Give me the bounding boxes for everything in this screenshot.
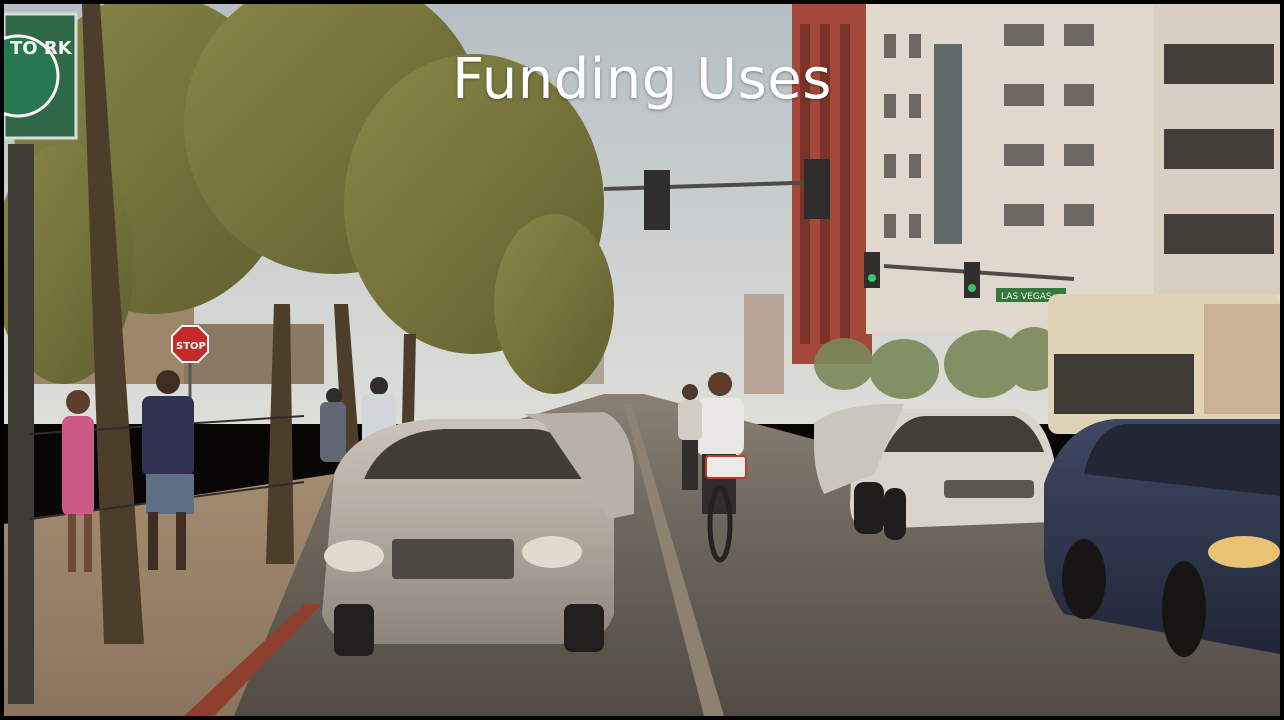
slide-title: Funding Uses bbox=[452, 47, 832, 112]
slide: LAS VEGAS TO RK STOP Funding Uses bbox=[0, 0, 1284, 720]
